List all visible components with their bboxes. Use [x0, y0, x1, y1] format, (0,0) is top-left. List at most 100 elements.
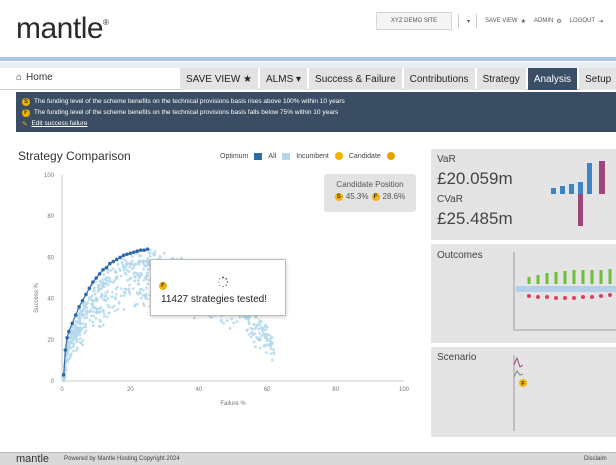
all-strategy-point	[133, 304, 137, 308]
all-strategy-point	[247, 333, 251, 336]
home-link[interactable]: ⌂ Home	[16, 72, 53, 83]
popup-failure-badge: F	[159, 282, 167, 290]
legend-optimum-swatch[interactable]	[254, 152, 263, 160]
all-strategy-point	[136, 282, 140, 286]
star-icon: ★	[520, 18, 526, 25]
footer-logo[interactable]: mantle	[16, 453, 49, 465]
outcome-success-bar	[545, 273, 549, 284]
success-text: The funding level of the scheme benefits…	[34, 98, 345, 105]
tab-contributions[interactable]: Contributions	[403, 68, 475, 90]
home-label: Home	[26, 72, 53, 83]
optimum-point	[87, 286, 92, 291]
legend-all-swatch[interactable]	[282, 152, 291, 160]
outcome-failure-dot	[608, 293, 612, 297]
outcome-failure-dot	[554, 296, 558, 300]
all-strategy-point	[144, 294, 148, 298]
home-icon: ⌂	[16, 72, 23, 83]
all-strategy-point	[136, 302, 139, 306]
all-strategy-point	[102, 273, 106, 277]
all-strategy-point	[133, 279, 137, 283]
failure-row: F The funding level of the scheme benefi…	[22, 107, 610, 118]
all-strategy-point	[116, 307, 120, 311]
all-strategy-point	[84, 322, 88, 326]
all-strategy-point	[93, 292, 97, 296]
y-tick-label: 100	[44, 173, 55, 179]
x-tick-label: 20	[127, 387, 134, 393]
all-strategy-point	[107, 311, 111, 315]
divider	[476, 14, 478, 28]
all-strategy-point	[91, 306, 95, 310]
candidate-success-value: 45.3%	[345, 192, 369, 201]
site-dropdown[interactable]: ▾	[467, 18, 470, 25]
x-tick-label: 0	[60, 387, 64, 393]
outcome-success-bar	[599, 270, 603, 284]
all-strategy-point	[269, 344, 273, 348]
all-strategy-point	[269, 352, 273, 355]
var-distribution-chart	[551, 161, 605, 226]
failure-text: The funding level of the scheme benefits…	[34, 109, 339, 116]
logout-label: LOGOUT	[569, 18, 596, 24]
outcomes-chart	[513, 252, 616, 331]
var-panel[interactable]: VaR £20.059m CVaR £25.485m	[431, 149, 616, 240]
all-strategy-point	[132, 263, 136, 267]
logout-link[interactable]: LOGOUT ⇥	[570, 18, 603, 25]
outcome-failure-dot	[599, 294, 603, 298]
top-utility-bar: XYZ DEMO SITE ▾ SAVE VIEW ★ ADMIN ⚙ LOGOUT…	[376, 10, 603, 32]
all-strategy-point	[107, 305, 111, 309]
all-strategy-point	[78, 337, 82, 341]
tab-alms[interactable]: ALMS ▾	[260, 68, 308, 90]
optimum-point	[70, 321, 75, 326]
all-strategy-point	[92, 314, 96, 318]
optimum-point	[77, 305, 81, 309]
outcome-success-bar	[554, 272, 558, 284]
all-strategy-point	[232, 321, 235, 325]
legend-candidate-badge[interactable]	[386, 152, 395, 160]
outcomes-panel[interactable]: Outcomes	[431, 244, 616, 343]
optimum-point	[118, 255, 122, 260]
optimum-point	[132, 250, 136, 255]
save-view-link[interactable]: SAVE VIEW ★	[485, 18, 526, 25]
all-strategy-point	[225, 319, 229, 322]
footer-text: Powered by Mantle Hosting Copyright 2024	[64, 456, 180, 462]
all-strategy-point	[98, 307, 102, 311]
outcome-success-bar	[608, 269, 612, 284]
candidate-position-title: Candidate Position	[336, 180, 404, 189]
strategies-tested-popup: F 11427 strategies tested!	[150, 259, 286, 316]
outcome-success-bar	[536, 275, 540, 284]
all-strategy-point	[269, 340, 273, 344]
all-strategy-point	[132, 271, 136, 275]
edit-success-failure-link[interactable]: Edit success failure	[31, 120, 87, 127]
all-strategy-point	[144, 286, 148, 290]
mantle-logo[interactable]: mantle®	[16, 12, 109, 46]
all-strategy-point	[128, 265, 132, 269]
all-strategy-point	[95, 299, 98, 303]
gear-icon: ⚙	[556, 18, 562, 25]
legend-incumbent-badge[interactable]	[334, 152, 343, 160]
failure-badge: F	[22, 108, 30, 117]
all-strategy-point	[75, 348, 78, 352]
all-strategy-point	[102, 308, 105, 312]
tab-strategy[interactable]: Strategy	[476, 68, 526, 90]
all-strategy-point	[92, 289, 96, 293]
tab-save-view[interactable]: SAVE VIEW ★	[180, 68, 259, 90]
admin-link[interactable]: ADMIN ⚙	[534, 18, 562, 25]
outcome-success-bar	[572, 270, 576, 284]
all-strategy-point	[145, 273, 149, 277]
all-strategy-point	[91, 320, 95, 324]
all-strategy-point	[137, 259, 141, 263]
tab-setup[interactable]: Setup	[579, 68, 616, 90]
all-strategy-point	[261, 328, 265, 332]
tab-analysis[interactable]: Analysis	[527, 68, 578, 90]
site-selector[interactable]: XYZ DEMO SITE	[376, 12, 452, 30]
site-name: XYZ DEMO SITE	[390, 18, 438, 24]
all-strategy-point	[83, 304, 86, 308]
edit-row: ✎ Edit success failure	[22, 118, 610, 129]
all-strategy-point	[94, 317, 98, 320]
disclaimer-link[interactable]: Disclaim	[584, 456, 607, 462]
all-strategy-point	[146, 282, 150, 286]
var-label: VaR	[437, 154, 456, 165]
all-strategy-point	[130, 259, 134, 263]
all-strategy-point	[162, 252, 166, 255]
tab-success-failure[interactable]: Success & Failure	[309, 68, 402, 90]
scenario-panel[interactable]: Scenario F	[431, 347, 616, 437]
